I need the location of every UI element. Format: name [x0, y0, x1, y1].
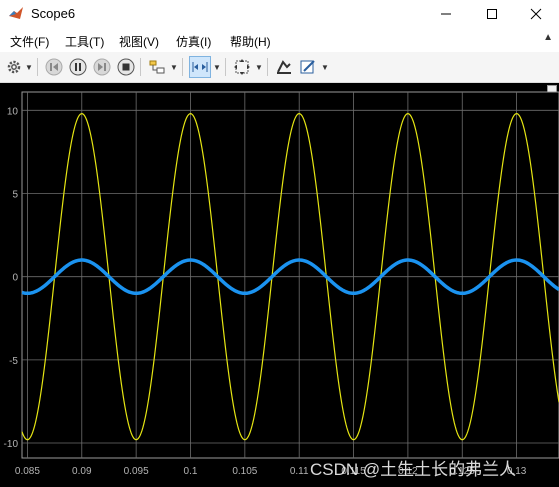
zoom-x-icon [192, 62, 208, 72]
menu-bar: 文件(F) 工具(T) 视图(V) 仿真(I) 帮助(H) ▲ [0, 28, 559, 52]
x-tick-label: 0.095 [124, 466, 149, 477]
minimize-icon [441, 13, 451, 15]
step-forward-button[interactable] [92, 57, 112, 77]
menu-tools[interactable]: 工具(T) [65, 33, 104, 50]
pause-icon [69, 58, 87, 76]
step-forward-icon [93, 58, 111, 76]
y-tick-labels: 10 5 0 -5 -10 [4, 106, 19, 450]
x-tick-label: 0.1 [184, 466, 198, 477]
minimize-button[interactable] [423, 0, 469, 28]
matlab-icon [9, 7, 23, 19]
toolbar: ▼ ▼ ▼ ▼ ▼ [0, 52, 559, 83]
legend-icon [277, 60, 291, 74]
y-tick-label: 10 [7, 106, 19, 117]
window-title: Scope6 [31, 6, 76, 21]
axes-box [21, 91, 559, 459]
highlight-block-button[interactable] [147, 57, 167, 77]
toolbar-separator [182, 58, 183, 76]
style-icon [300, 60, 315, 74]
gear-icon [7, 60, 21, 74]
stop-icon [117, 58, 135, 76]
x-tick-label: 0.105 [232, 466, 257, 477]
maximize-icon [487, 9, 497, 19]
scope-plot: 0.085 0.09 0.095 0.1 0.105 0.11 0.115 0.12 0.125… [4, 91, 559, 477]
fit-to-view-icon [234, 59, 250, 75]
toolbar-separator [267, 58, 268, 76]
close-button[interactable] [513, 0, 559, 28]
title-bar: Scope6 [0, 0, 559, 28]
highlight-dropdown[interactable]: ▼ [170, 61, 178, 73]
x-tick-label: 0.085 [15, 466, 40, 477]
collapse-toolbar-icon[interactable]: ▲ [543, 32, 553, 43]
y-tick-label: 5 [12, 189, 18, 200]
settings-button[interactable] [4, 57, 24, 77]
menu-simulation[interactable]: 仿真(I) [176, 33, 211, 50]
fit-dropdown[interactable]: ▼ [255, 61, 263, 73]
legend-button[interactable] [274, 57, 294, 77]
zoom-x-button[interactable] [189, 56, 211, 78]
style-dropdown[interactable]: ▼ [321, 61, 329, 73]
toolbar-separator [225, 58, 226, 76]
fit-to-view-button[interactable] [232, 57, 252, 77]
x-tick-label: 0.11 [290, 466, 309, 477]
highlight-block-icon [149, 60, 165, 74]
settings-dropdown[interactable]: ▼ [25, 61, 33, 73]
y-tick-label: -5 [9, 356, 18, 367]
toolbar-separator [140, 58, 141, 76]
y-tick-label: 0 [12, 273, 18, 284]
menu-file[interactable]: 文件(F) [10, 33, 49, 50]
csdn-watermark: CSDN @土生土长的弗兰人 [310, 460, 517, 479]
maximize-button[interactable] [469, 0, 515, 28]
toolbar-separator [37, 58, 38, 76]
style-button[interactable] [298, 57, 318, 77]
step-back-icon [45, 58, 63, 76]
zoom-dropdown[interactable]: ▼ [213, 61, 221, 73]
stop-button[interactable] [116, 57, 136, 77]
step-back-button[interactable] [44, 57, 64, 77]
menu-help[interactable]: 帮助(H) [230, 33, 271, 50]
menu-view[interactable]: 视图(V) [119, 33, 159, 50]
y-tick-label: -10 [4, 439, 19, 450]
pause-button[interactable] [68, 57, 88, 77]
x-tick-label: 0.09 [72, 466, 92, 477]
close-icon [530, 8, 542, 20]
